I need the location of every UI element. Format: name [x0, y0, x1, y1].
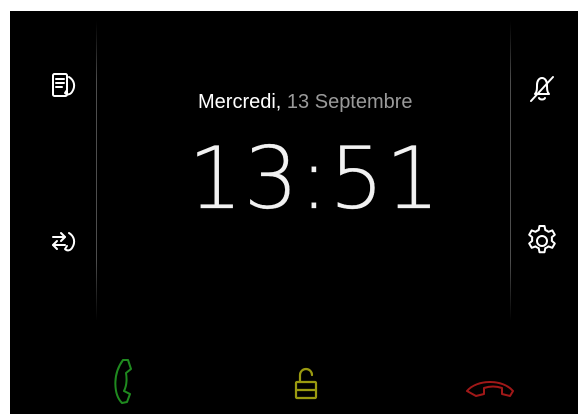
bell-off-icon: [530, 76, 554, 102]
date-separator: ,: [275, 91, 282, 113]
hang-up-button[interactable]: [460, 371, 520, 401]
answer-call-button[interactable]: [98, 353, 148, 409]
weekday-label: Mercredi: [198, 91, 276, 113]
clock-time: 13:51: [188, 129, 441, 229]
intercom-screen: Mercredi, 13 Septembre 13:51: [10, 11, 578, 414]
call-log-icon: [52, 73, 76, 97]
unlock-icon: [294, 367, 318, 400]
date-display: Mercredi, 13 Septembre: [198, 91, 448, 114]
settings-button[interactable]: [522, 221, 562, 261]
call-transfer-button[interactable]: [44, 222, 84, 262]
mute-ringer-button[interactable]: [522, 69, 562, 109]
day-month-label: 13 Septembre: [286, 91, 413, 113]
phone-hangup-icon: [466, 381, 514, 397]
unlock-door-button[interactable]: [286, 363, 326, 405]
phone-answer-icon: [114, 359, 132, 404]
left-divider: [96, 21, 97, 321]
gear-icon: [528, 225, 556, 254]
call-transfer-icon: [52, 232, 76, 252]
right-divider: [510, 21, 511, 321]
call-log-button[interactable]: [44, 66, 84, 106]
